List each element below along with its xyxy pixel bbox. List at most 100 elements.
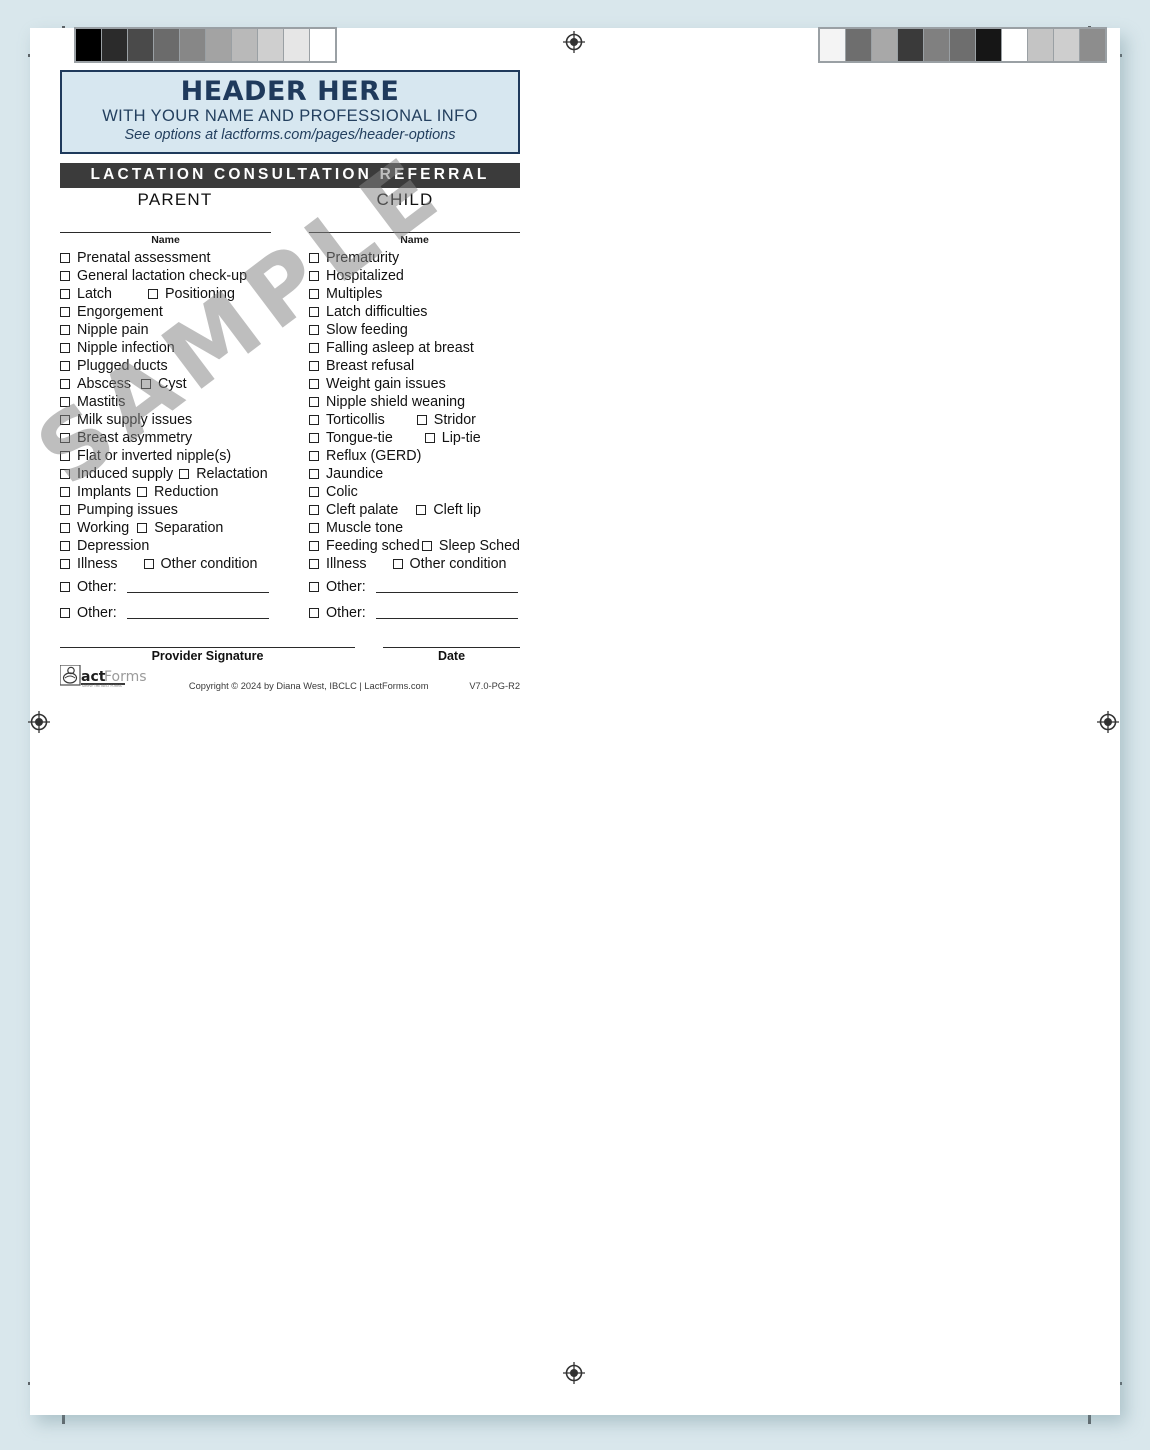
checkbox-child-14-0[interactable] [309, 504, 319, 515]
checkbox-parent-6-0[interactable] [60, 360, 70, 371]
checkbox-parent-16-0[interactable] [60, 540, 70, 551]
checkbox-parent-2-1[interactable] [147, 288, 158, 299]
column-heading-child: CHILD [376, 189, 434, 209]
checkbox-label: Positioning [164, 285, 235, 302]
checkbox-child-11-0[interactable] [309, 450, 319, 461]
checkbox-parent-14-0[interactable] [60, 504, 70, 515]
date-block[interactable]: Date [383, 646, 520, 663]
gray-patch-2 [872, 29, 897, 61]
header-subtitle: WITH YOUR NAME AND PROFESSIONAL INFO [102, 107, 478, 126]
gray-patch-5 [950, 29, 975, 61]
checkbox-parent-7-1[interactable] [141, 378, 152, 389]
checkbox-parent-11-0[interactable] [60, 450, 70, 461]
checkbox-child-3-0[interactable] [309, 306, 319, 317]
checkbox-parent-other-1[interactable] [60, 608, 70, 619]
checkbox-label: Latch difficulties [326, 303, 428, 320]
checkbox-child-14-1[interactable] [416, 504, 427, 515]
checkbox-child-10-1[interactable] [424, 432, 435, 443]
checkbox-parent-13-0[interactable] [60, 486, 70, 497]
child-name-field[interactable]: Name [309, 231, 520, 246]
checkbox-label: Reflux (GERD) [326, 447, 422, 464]
checkbox-child-4-0[interactable] [309, 324, 319, 335]
checkbox-child-7-0[interactable] [309, 378, 319, 389]
checkbox-label: Nipple pain [77, 321, 149, 338]
checkbox-label: Reduction [154, 483, 219, 500]
checkbox-child-15-0[interactable] [309, 522, 319, 533]
checklist-row: Jaundice [309, 465, 520, 483]
checkbox-label: Multiples [326, 285, 383, 302]
checkbox-parent-17-0[interactable] [60, 558, 70, 569]
checkbox-label: Nipple shield weaning [326, 393, 466, 410]
checklist-row: Implants Reduction [60, 483, 271, 501]
checkbox-parent-12-1[interactable] [179, 468, 190, 479]
checkbox-child-9-0[interactable] [309, 414, 319, 425]
checkbox-parent-2-0[interactable] [60, 288, 70, 299]
gray-patch-4 [924, 29, 949, 61]
checkbox-parent-12-0[interactable] [60, 468, 70, 479]
checklist-row: Mastitis [60, 393, 271, 411]
checkbox-parent-13-1[interactable] [137, 486, 148, 497]
checkbox-child-2-0[interactable] [309, 288, 319, 299]
checkbox-label: Cyst [158, 375, 187, 392]
checklist-row: Nipple infection [60, 339, 271, 357]
checkbox-child-12-0[interactable] [309, 468, 319, 479]
checkbox-label: Relactation [196, 465, 268, 482]
other-label: Other: [326, 579, 366, 596]
svg-text:Forms: Forms [104, 669, 147, 685]
other-write-in-child-1[interactable] [375, 607, 518, 620]
gray-patch-9 [310, 29, 335, 61]
gray-patch-5 [206, 29, 231, 61]
checkbox-parent-10-0[interactable] [60, 432, 70, 443]
other-write-in-parent-1[interactable] [126, 607, 269, 620]
checkbox-parent-8-0[interactable] [60, 396, 70, 407]
parent-name-field[interactable]: Name [60, 231, 271, 246]
checklist-row: Prematurity [309, 249, 520, 267]
checkbox-child-16-1[interactable] [421, 540, 432, 551]
checkbox-child-1-0[interactable] [309, 270, 319, 281]
checkbox-parent-4-0[interactable] [60, 324, 70, 335]
checkbox-label: Flat or inverted nipple(s) [77, 447, 232, 464]
header-placeholder-box: HEADER HERE WITH YOUR NAME AND PROFESSIO… [60, 70, 520, 154]
registration-target-right [1097, 711, 1119, 733]
checkbox-parent-15-0[interactable] [60, 522, 70, 533]
checkbox-child-8-0[interactable] [309, 396, 319, 407]
checkbox-parent-5-0[interactable] [60, 342, 70, 353]
checkbox-parent-0-0[interactable] [60, 252, 70, 263]
checkbox-label: Weight gain issues [326, 375, 446, 392]
provider-signature-block[interactable]: Provider Signature [60, 646, 355, 663]
checkbox-child-0-0[interactable] [309, 252, 319, 263]
gray-patch-7 [1002, 29, 1027, 61]
checkbox-child-6-0[interactable] [309, 360, 319, 371]
other-write-in-parent-0[interactable] [126, 581, 269, 594]
gray-patch-3 [154, 29, 179, 61]
gray-patch-2 [128, 29, 153, 61]
checkbox-parent-3-0[interactable] [60, 306, 70, 317]
other-write-in-child-0[interactable] [375, 581, 518, 594]
checkbox-child-17-0[interactable] [309, 558, 319, 569]
child-checklist-column: Name Prematurity Hospitalized Multiples Lat… [309, 231, 520, 625]
checkbox-label: Plugged ducts [77, 357, 168, 374]
checkbox-parent-7-0[interactable] [60, 378, 70, 389]
checklist-row: Illness Other condition [60, 555, 271, 573]
checkbox-child-10-0[interactable] [309, 432, 319, 443]
checkbox-child-17-1[interactable] [392, 558, 403, 569]
checkbox-label: Jaundice [326, 465, 384, 482]
checkbox-child-9-1[interactable] [416, 414, 427, 425]
checklist-row: Milk supply issues [60, 411, 271, 429]
gray-patch-8 [284, 29, 309, 61]
checklist-row: Induced supply Relactation [60, 465, 271, 483]
checklist-row: Latch difficulties [309, 303, 520, 321]
checkbox-child-other-1[interactable] [309, 608, 319, 619]
checkbox-child-13-0[interactable] [309, 486, 319, 497]
gray-patch-6 [232, 29, 257, 61]
checkbox-child-16-0[interactable] [309, 540, 319, 551]
checkbox-parent-1-0[interactable] [60, 270, 70, 281]
checkbox-parent-9-0[interactable] [60, 414, 70, 425]
checkbox-parent-other-0[interactable] [60, 582, 70, 593]
checkbox-label: Abscess [77, 375, 132, 392]
checkbox-child-5-0[interactable] [309, 342, 319, 353]
checkbox-child-other-0[interactable] [309, 582, 319, 593]
checkbox-parent-17-1[interactable] [143, 558, 154, 569]
checkbox-parent-15-1[interactable] [137, 522, 148, 533]
checkbox-label: Latch [77, 285, 112, 302]
